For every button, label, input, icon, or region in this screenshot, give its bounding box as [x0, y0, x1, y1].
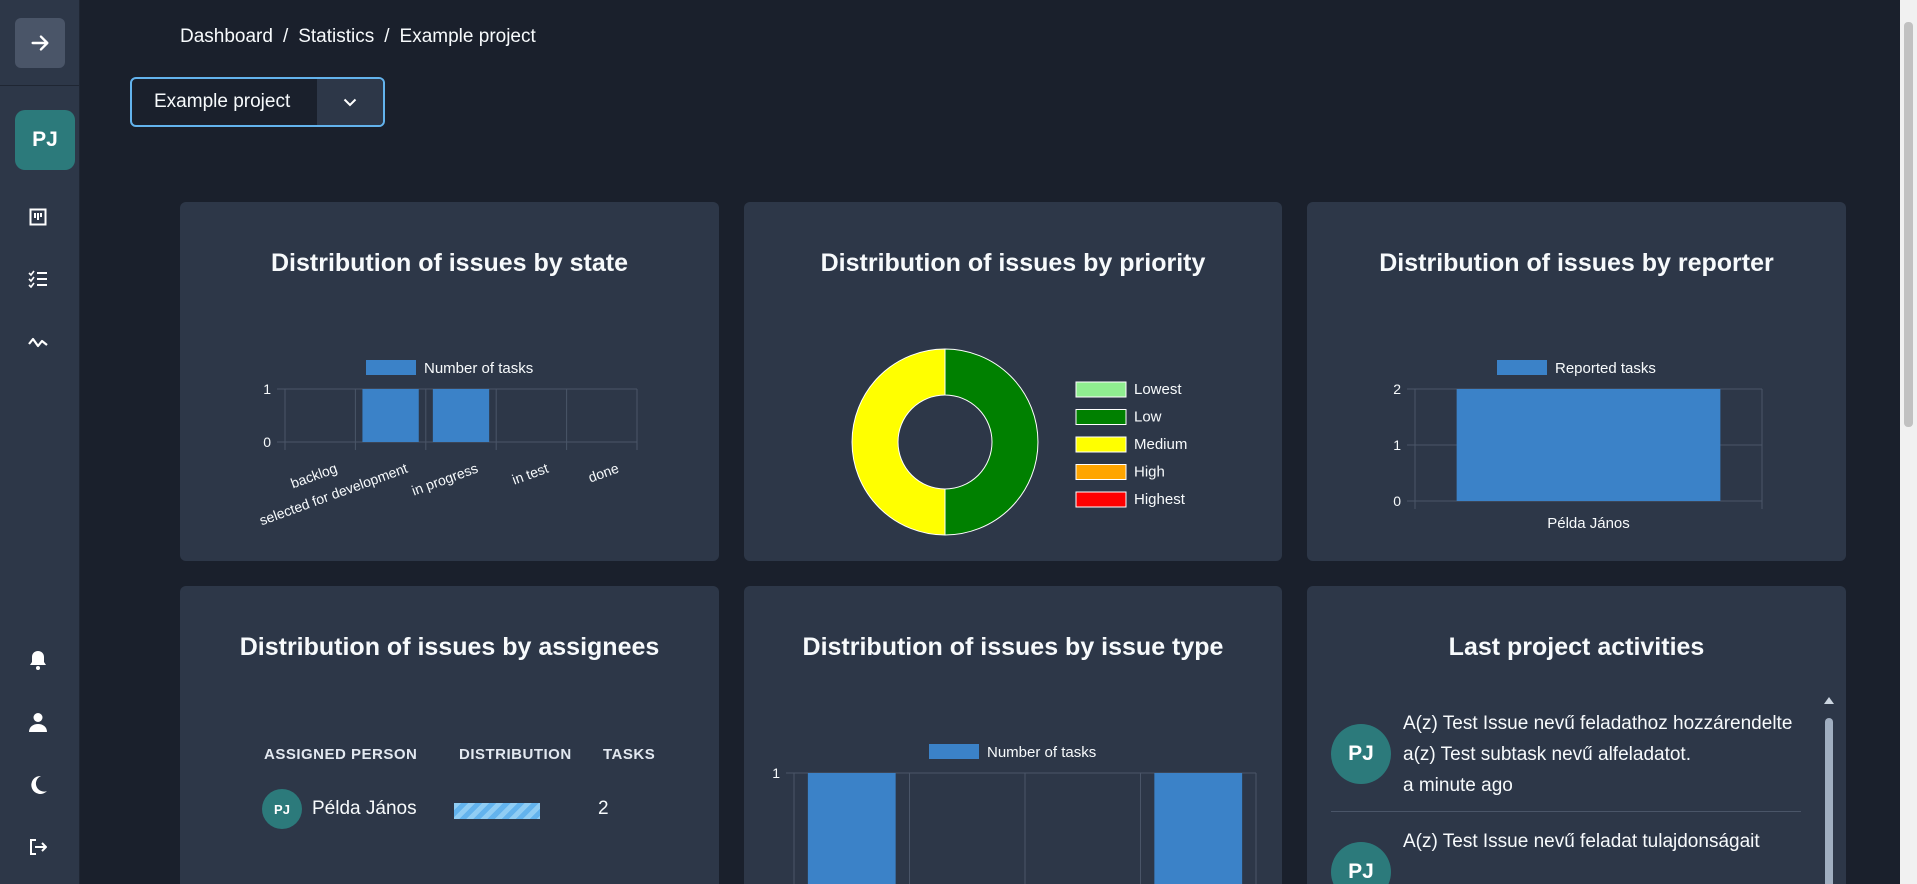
breadcrumb-separator: / [384, 26, 390, 47]
activity-time: a minute ago [1403, 775, 1513, 796]
activity-scrollbar[interactable] [1822, 694, 1836, 884]
reporter-bar-chart: Reported tasks 0 1 2 Példa János [1393, 360, 1763, 532]
theme-toggle-button[interactable] [24, 771, 52, 799]
activity-text: A(z) Test Issue nevű feladat tulajdonság… [1403, 831, 1760, 852]
tick-label-x: done [586, 460, 621, 486]
arrow-right-icon [30, 34, 49, 51]
board-nav-button[interactable] [24, 203, 52, 231]
legend-swatch [1075, 464, 1127, 480]
activity-item: PJ A(z) Test Issue nevű feladathoz hozzá… [1331, 708, 1801, 812]
tick-label-y: 2 [1393, 381, 1401, 397]
legend-label: Lowest [1134, 381, 1182, 398]
tick-label-x: in test [510, 460, 551, 488]
priority-doughnut-chart: Lowest Low Medium High Highest [851, 348, 1187, 536]
avatar: PJ [262, 789, 302, 829]
issues-nav-button[interactable] [24, 265, 52, 293]
bell-icon [30, 651, 46, 670]
project-select[interactable]: Example project [130, 77, 385, 127]
notifications-button[interactable] [24, 646, 52, 674]
card-last-activities: Last project activities PJ A(z) Test Iss… [1307, 586, 1846, 884]
bar [432, 389, 490, 442]
user-icon [29, 713, 47, 732]
assignee-name: Példa János [312, 798, 417, 819]
legend-label: High [1134, 464, 1165, 481]
legend-swatch [1075, 409, 1127, 425]
breadcrumb-statistics[interactable]: Statistics [298, 26, 374, 47]
avatar: PJ [1331, 842, 1391, 884]
statistics-nav-button[interactable] [24, 328, 52, 356]
sidebar-collapse-button[interactable] [14, 17, 65, 68]
issue-type-bar-chart: Number of tasks 1 [772, 744, 1257, 884]
tick-label-x: in progress [409, 460, 480, 499]
legend-swatch [929, 744, 979, 759]
distribution-bar [454, 803, 540, 819]
legend-swatch [1075, 436, 1127, 453]
activity-list[interactable]: PJ A(z) Test Issue nevű feladathoz hozzá… [1331, 708, 1801, 884]
page-scrollbar[interactable] [1900, 0, 1917, 884]
checklist-icon [28, 270, 47, 288]
moon-icon [31, 775, 47, 794]
legend-swatch [1497, 360, 1547, 375]
card-title: Last project activities [1448, 633, 1705, 661]
project-select-value: Example project [154, 91, 291, 112]
sidebar: PJ [0, 0, 80, 884]
logout-button[interactable] [24, 833, 52, 861]
card-title: Distribution of issues by assignees [239, 633, 660, 661]
bar [1154, 773, 1243, 884]
statistics-icon [28, 337, 48, 348]
bar [362, 389, 419, 442]
card-issues-by-state: Distribution of issues by state Number o… [180, 202, 719, 561]
sidebar-header [0, 0, 79, 86]
legend-swatch [1075, 381, 1127, 398]
tick-label-y: 1 [263, 381, 271, 397]
profile-button[interactable] [24, 708, 52, 736]
column-header-distribution: DISTRIBUTION [459, 746, 572, 763]
activity-text: A(z) Test Issue nevű feladathoz hozzáren… [1403, 713, 1793, 765]
tick-label-y: 0 [1393, 493, 1401, 509]
board-icon [29, 208, 47, 226]
bar [1456, 389, 1721, 501]
legend-label: Number of tasks [987, 744, 1096, 761]
activity-item: PJ A(z) Test Issue nevű feladat tulajdon… [1331, 826, 1801, 884]
breadcrumb: Dashboard / Statistics / Example project [180, 26, 536, 48]
tick-label-y: 1 [772, 765, 780, 781]
state-bar-chart: Number of tasks01backlogselected for dev… [257, 360, 638, 528]
legend-label: Highest [1134, 491, 1186, 508]
breadcrumb-separator: / [282, 26, 289, 47]
legend-label: Medium [1134, 436, 1187, 453]
card-issues-by-issue-type: Distribution of issues by issue type Num… [744, 586, 1282, 884]
breadcrumb-dashboard[interactable]: Dashboard [180, 26, 273, 47]
legend-swatch [1075, 491, 1127, 508]
project-avatar[interactable]: PJ [15, 110, 75, 170]
legend-swatch [366, 360, 416, 375]
legend-label: Number of tasks [424, 360, 533, 377]
pie-slice [944, 348, 1039, 536]
page-scrollbar-thumb[interactable] [1904, 22, 1913, 427]
card-issues-by-reporter: Distribution of issues by reporter Repor… [1307, 202, 1846, 561]
column-header-person: ASSIGNED PERSON [264, 746, 418, 763]
tick-label-y: 1 [1393, 437, 1401, 453]
breadcrumb-current-project: Example project [399, 26, 536, 47]
task-count: 2 [598, 798, 609, 819]
tick-label-x: Példa János [1547, 515, 1630, 532]
card-issues-by-priority: Distribution of issues by priority Lowes… [744, 202, 1282, 561]
legend-label: Low [1134, 409, 1162, 426]
avatar: PJ [1331, 724, 1391, 784]
bar [807, 773, 896, 884]
column-header-tasks: TASKS [603, 746, 656, 763]
tick-label-y: 0 [263, 434, 271, 450]
pie-slice [851, 348, 946, 536]
chevron-down-icon [343, 98, 357, 106]
project-select-toggle[interactable] [317, 79, 383, 125]
legend-label: Reported tasks [1555, 360, 1656, 377]
logout-icon [30, 839, 47, 855]
card-issues-by-assignees: Distribution of issues by assignees ASSI… [180, 586, 719, 884]
